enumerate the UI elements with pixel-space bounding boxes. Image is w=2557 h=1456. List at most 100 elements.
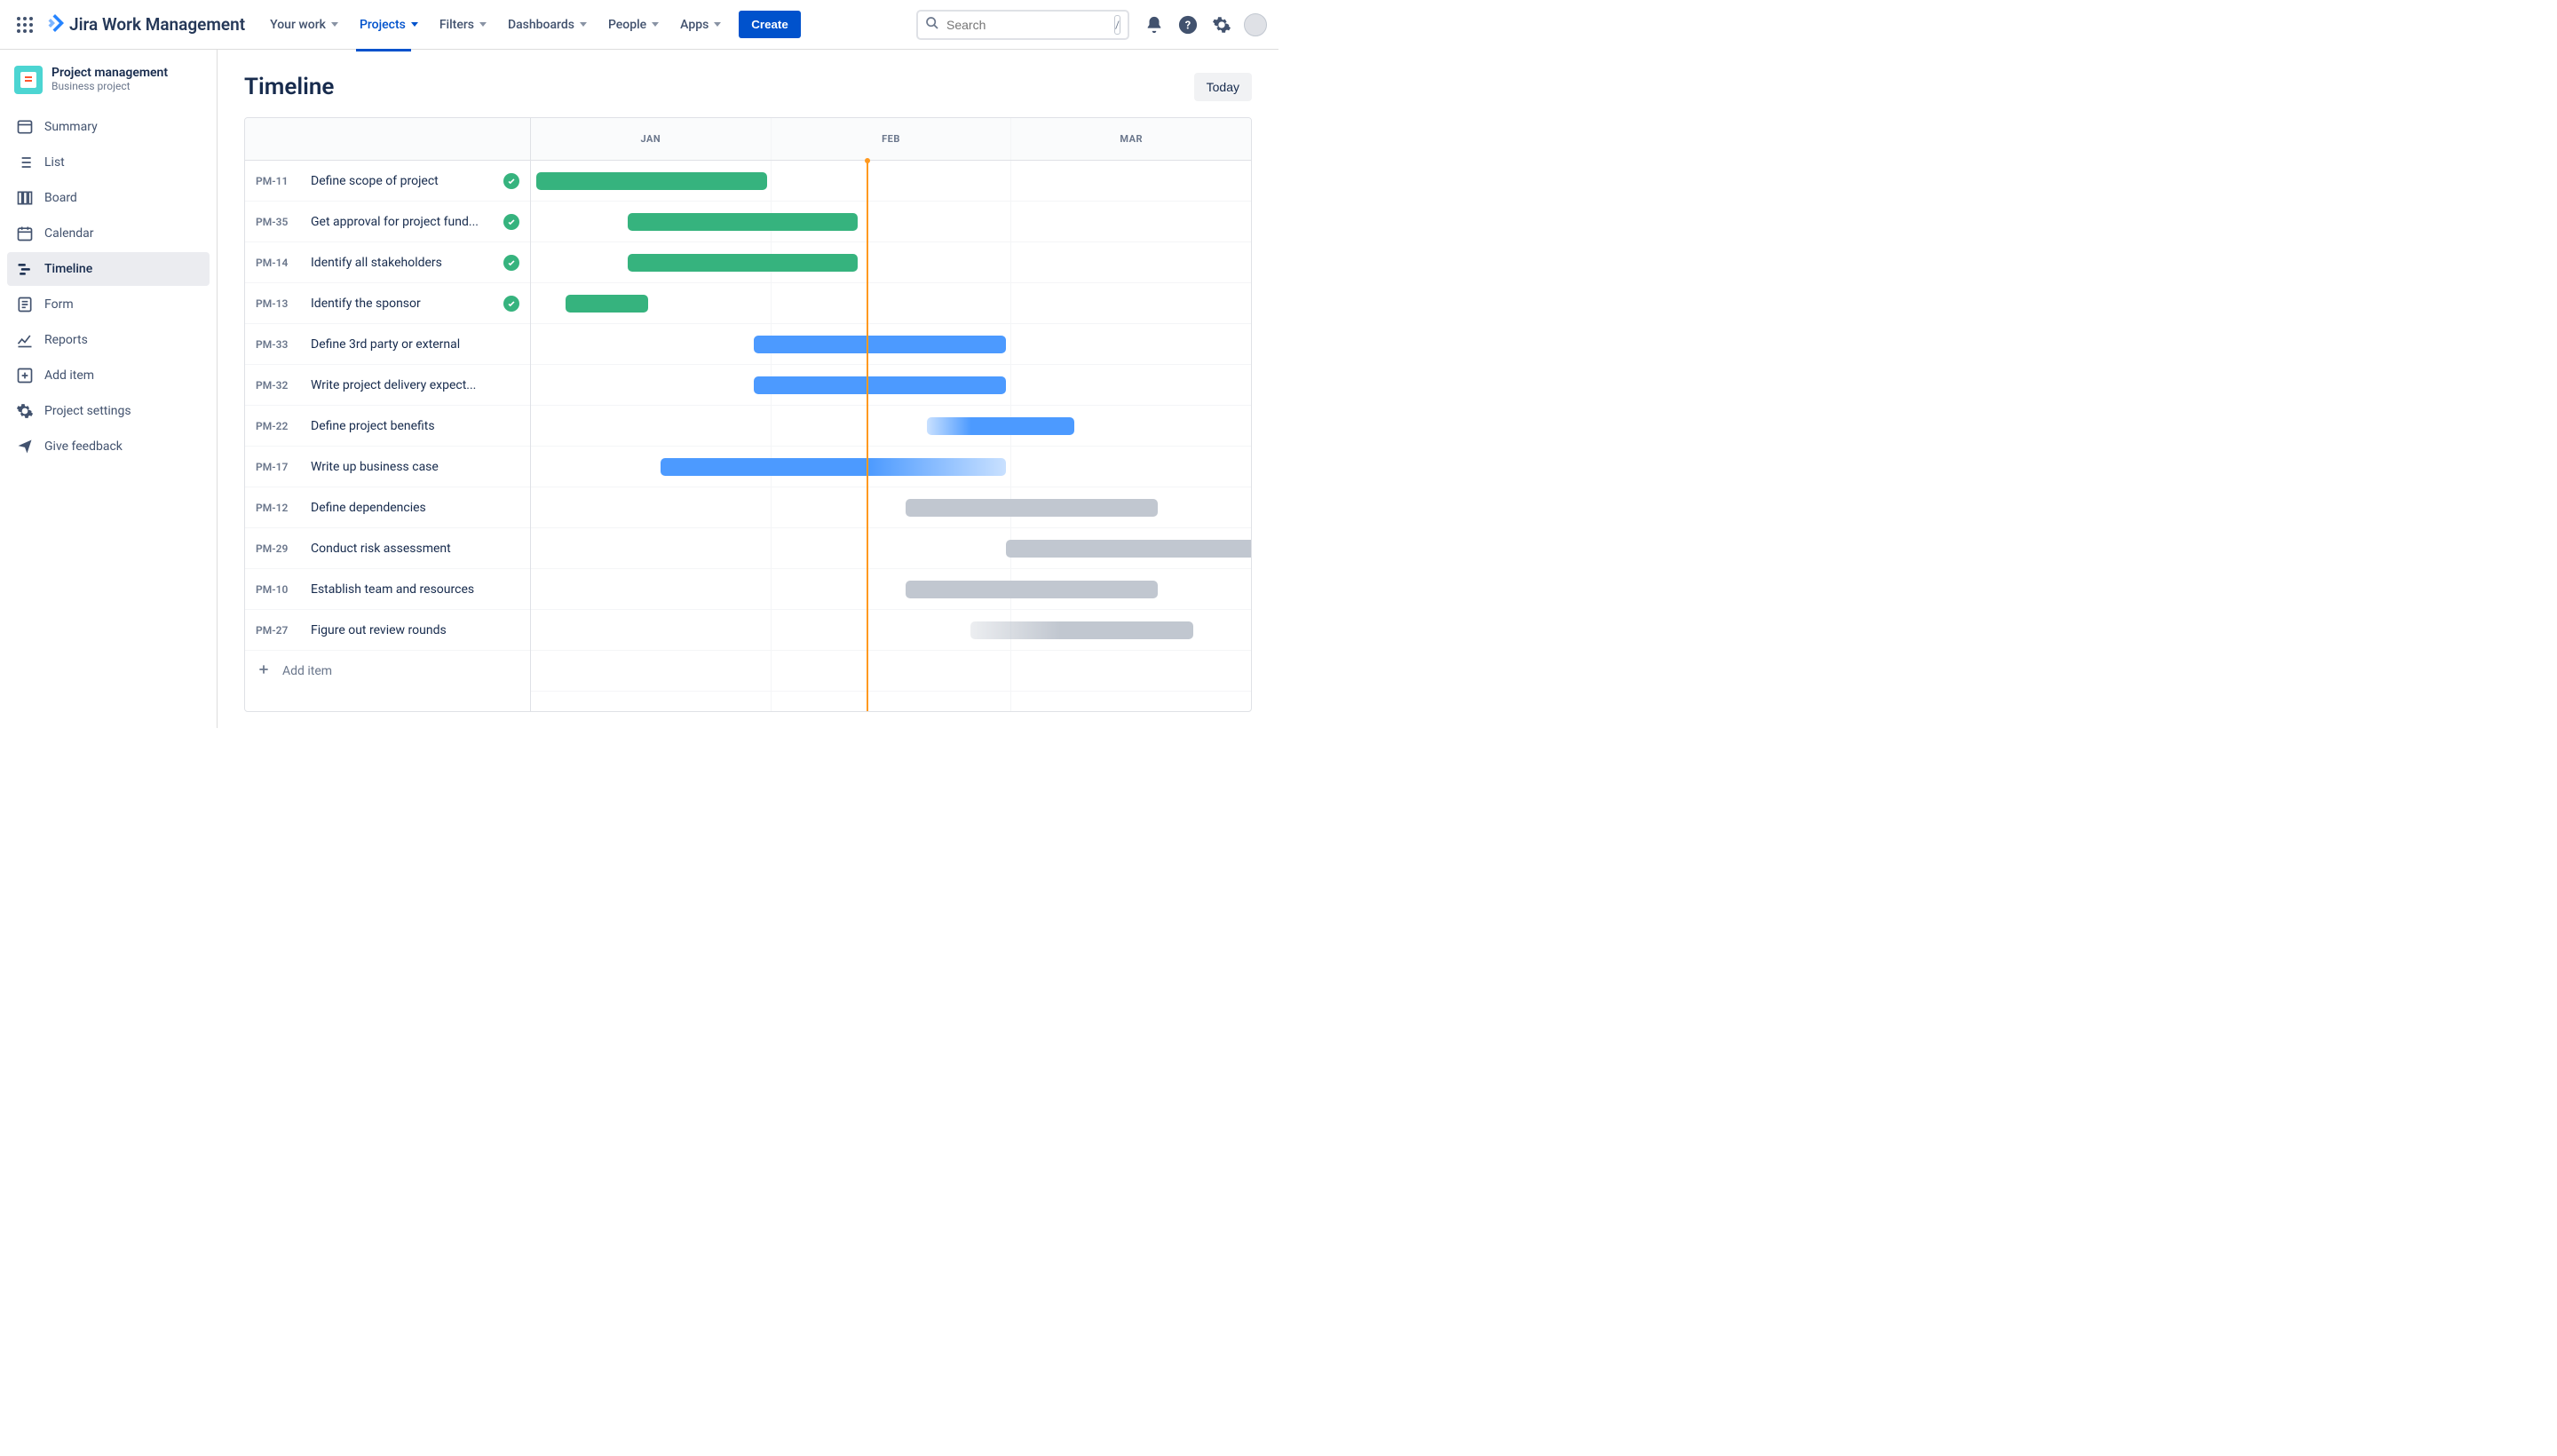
- sidebar-item-timeline[interactable]: Timeline: [7, 252, 210, 286]
- task-key: PM-17: [256, 461, 298, 473]
- gantt-bar[interactable]: [566, 295, 648, 313]
- gantt-row: [531, 487, 1251, 528]
- task-title: Get approval for project fund...: [311, 215, 491, 229]
- sidebar-item-label: Project settings: [44, 404, 131, 418]
- header-actions: ?: [1142, 12, 1268, 37]
- task-row[interactable]: PM-12Define dependencies: [245, 487, 530, 528]
- summary-icon: [16, 118, 34, 136]
- gantt-bar[interactable]: [661, 458, 1006, 476]
- nav-item-projects[interactable]: Projects: [351, 11, 427, 39]
- sidebar-item-give-feedback[interactable]: Give feedback: [7, 430, 210, 463]
- chevron-down-icon: [479, 22, 487, 27]
- sidebar-item-form[interactable]: Form: [7, 288, 210, 321]
- task-row[interactable]: PM-29Conduct risk assessment: [245, 528, 530, 569]
- task-row[interactable]: PM-33Define 3rd party or external: [245, 324, 530, 365]
- task-row[interactable]: PM-13Identify the sponsor: [245, 283, 530, 324]
- task-title: Write project delivery expect...: [311, 378, 519, 392]
- gantt-bar[interactable]: [927, 417, 1074, 435]
- today-button[interactable]: Today: [1194, 73, 1252, 101]
- create-button[interactable]: Create: [739, 11, 801, 38]
- settings-icon: [16, 402, 34, 420]
- gantt-bar[interactable]: [754, 376, 1006, 394]
- project-type: Business project: [51, 80, 168, 92]
- task-row[interactable]: PM-17 Write up business case: [245, 447, 530, 487]
- task-key: PM-10: [256, 583, 298, 596]
- nav-item-label: People: [608, 18, 646, 32]
- top-navigation: Jira Work Management Your work Projects Fi…: [0, 0, 1278, 50]
- gantt-row: [531, 569, 1251, 610]
- nav-item-your-work[interactable]: Your work: [261, 11, 347, 39]
- notifications-icon[interactable]: [1142, 12, 1167, 37]
- nav-item-dashboards[interactable]: Dashboards: [499, 11, 596, 39]
- task-title: Figure out review rounds: [311, 623, 519, 637]
- gantt-bar[interactable]: [970, 621, 1193, 639]
- check-circle-icon: [503, 173, 519, 189]
- project-header[interactable]: Project management Business project: [7, 66, 210, 108]
- sidebar-item-board[interactable]: Board: [7, 181, 210, 215]
- gantt-bar[interactable]: [754, 336, 1006, 353]
- product-logo[interactable]: Jira Work Management: [46, 14, 245, 36]
- task-row[interactable]: PM-14Identify all stakeholders: [245, 242, 530, 283]
- today-marker: [867, 161, 868, 712]
- task-title: Define project benefits: [311, 419, 519, 433]
- sidebar-item-label: Form: [44, 297, 74, 312]
- task-row[interactable]: PM-10Establish team and resources: [245, 569, 530, 610]
- nav-item-filters[interactable]: Filters: [431, 11, 495, 39]
- product-name: Jira Work Management: [69, 14, 245, 35]
- sidebar-item-label: Give feedback: [44, 439, 123, 454]
- feedback-icon: [16, 438, 34, 455]
- task-row[interactable]: PM-11Define scope of project: [245, 161, 530, 202]
- page-title: Timeline: [244, 74, 334, 100]
- help-icon[interactable]: ?: [1176, 12, 1200, 37]
- list-icon: [16, 154, 34, 171]
- timeline-container: JANFEBMAR PM-11Define scope of projectPM…: [244, 117, 1252, 712]
- sidebar-item-reports[interactable]: Reports: [7, 323, 210, 357]
- project-icon: [14, 66, 43, 94]
- add-item-icon: [16, 367, 34, 384]
- settings-icon[interactable]: [1209, 12, 1234, 37]
- task-title: Write up business case: [311, 460, 519, 474]
- chevron-down-icon: [331, 22, 338, 27]
- gantt-bar[interactable]: [628, 213, 859, 231]
- sidebar-item-list[interactable]: List: [7, 146, 210, 179]
- gantt-bar[interactable]: [628, 254, 859, 272]
- gantt-bar[interactable]: [536, 172, 767, 190]
- add-item-label: Add item: [282, 664, 332, 678]
- nav-item-apps[interactable]: Apps: [671, 11, 730, 39]
- month-header: FEB: [772, 118, 1012, 160]
- profile-avatar[interactable]: [1243, 12, 1268, 37]
- sidebar-item-summary[interactable]: Summary: [7, 110, 210, 144]
- app-switcher-icon[interactable]: [11, 11, 39, 39]
- task-title: Define dependencies: [311, 501, 519, 515]
- nav-item-people[interactable]: People: [599, 11, 668, 39]
- task-row[interactable]: PM-35Get approval for project fund...: [245, 202, 530, 242]
- gantt-row: [531, 324, 1251, 365]
- nav-item-label: Projects: [360, 18, 406, 32]
- check-circle-icon: [503, 214, 519, 230]
- add-item-row[interactable]: Add item: [245, 651, 530, 692]
- search-box[interactable]: /: [916, 10, 1129, 40]
- task-key: PM-13: [256, 297, 298, 310]
- timeline-header: JANFEBMAR: [245, 118, 1251, 161]
- gantt-bar[interactable]: [906, 499, 1158, 517]
- task-key: PM-27: [256, 624, 298, 637]
- gantt-row: [531, 283, 1251, 324]
- sidebar-item-calendar[interactable]: Calendar: [7, 217, 210, 250]
- gantt-bar[interactable]: [1006, 540, 1252, 558]
- task-key: PM-33: [256, 338, 298, 351]
- gantt-row: [531, 447, 1251, 487]
- gantt-row: [531, 161, 1251, 202]
- gantt-row: [531, 365, 1251, 406]
- gantt-row: [531, 610, 1251, 651]
- task-key: PM-14: [256, 257, 298, 269]
- task-row[interactable]: PM-32Write project delivery expect...: [245, 365, 530, 406]
- sidebar-item-label: Add item: [44, 368, 94, 383]
- task-row[interactable]: PM-27 Figure out review rounds: [245, 610, 530, 651]
- search-input[interactable]: [946, 18, 1107, 32]
- sidebar-item-add-item[interactable]: Add item: [7, 359, 210, 392]
- gantt-bar[interactable]: [906, 581, 1158, 598]
- sidebar-item-label: Board: [44, 191, 77, 205]
- sidebar-item-project-settings[interactable]: Project settings: [7, 394, 210, 428]
- gantt-row: [531, 406, 1251, 447]
- task-row[interactable]: PM-22Define project benefits: [245, 406, 530, 447]
